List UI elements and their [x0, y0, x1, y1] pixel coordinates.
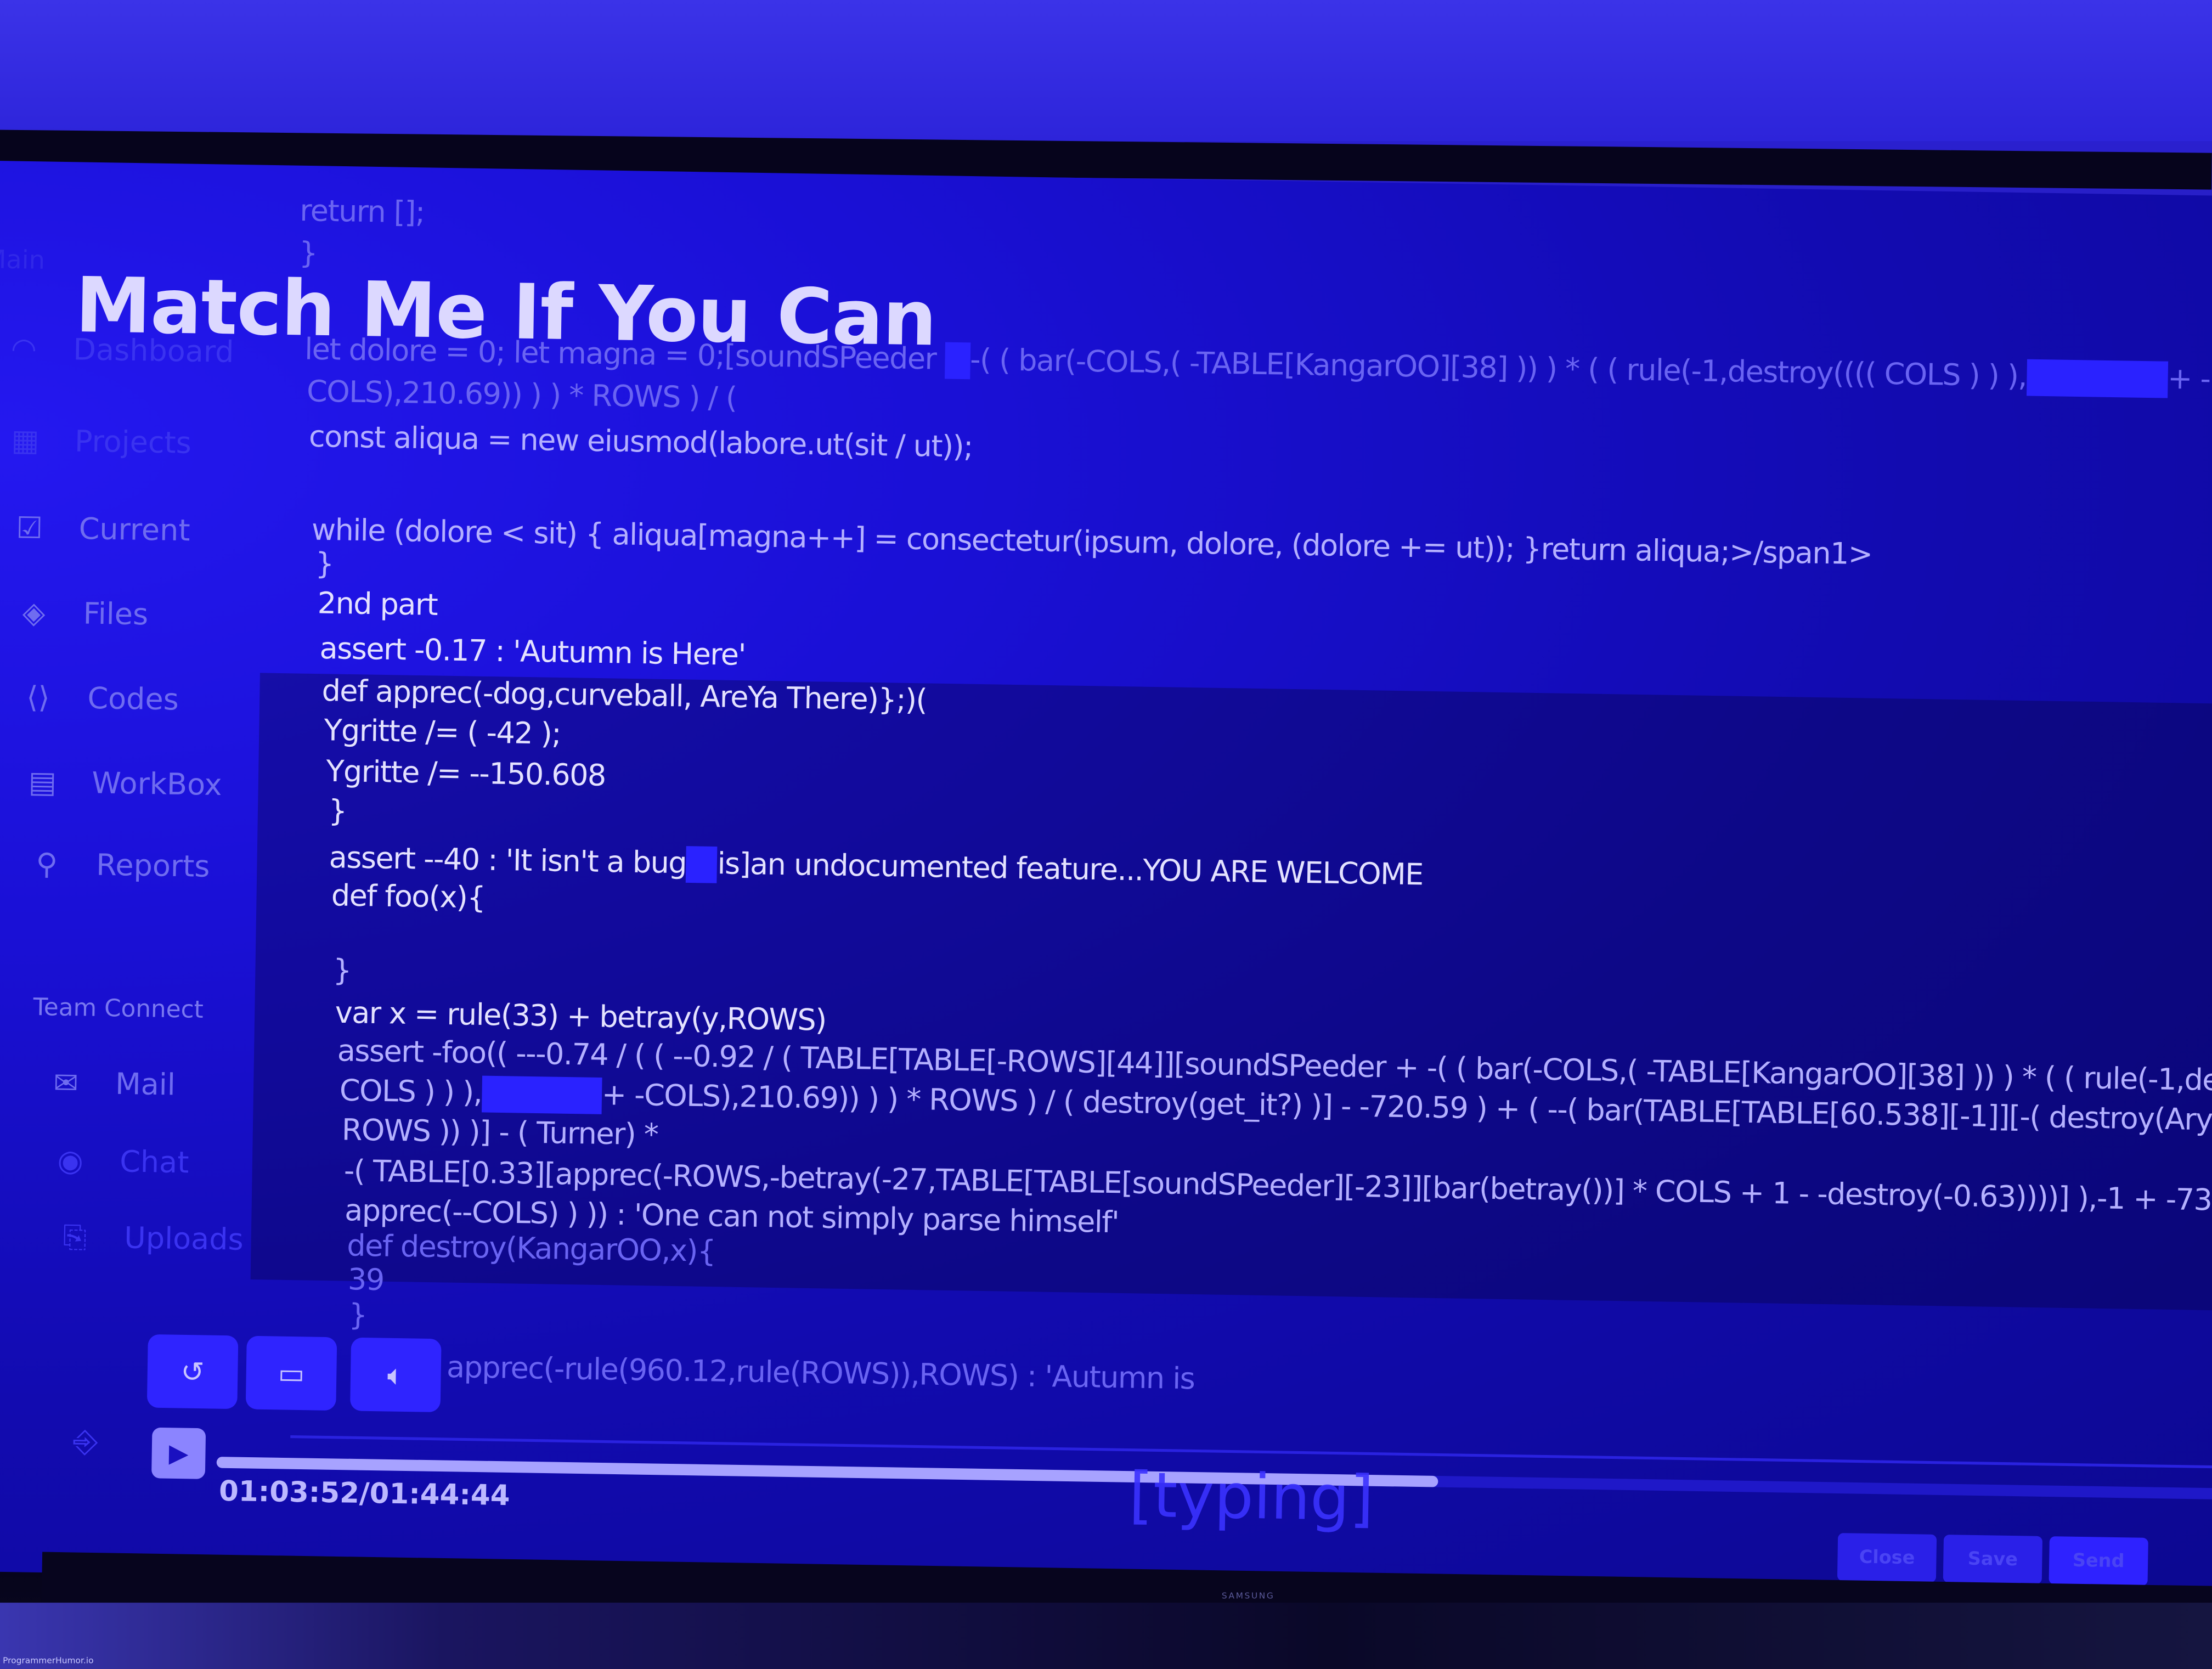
sidebar-item-label: WorkBox [91, 766, 222, 802]
sidebar-item-current[interactable]: ☑ Current [5, 506, 190, 551]
code-text: COLS ) ) ), [339, 1073, 482, 1110]
replay-button[interactable]: ↺ [146, 1334, 239, 1409]
code-text: } [332, 953, 352, 988]
sidebar-item-chat[interactable]: ◉ Chat [46, 1140, 189, 1184]
code-line: Ygritte /= --150.608 [326, 754, 606, 793]
page-title: Match Me If You Can [75, 261, 937, 363]
code-line: def destroy(KangarOO,x){ [347, 1229, 715, 1268]
speaker-icon: 🔈︎ [387, 1357, 405, 1392]
code-text: ROWS )) )] - ( Turner) * [341, 1113, 658, 1152]
tv-screen: Main ◠ Dashboard ▦ Projects ☑ Current ◈ … [0, 161, 2212, 1607]
code-text: 39 [347, 1262, 385, 1298]
sidebar-item-label: Files [83, 596, 149, 632]
code-text: } [315, 546, 334, 581]
code-line: const aliqua = new eiusmod(labore.ut(sit… [309, 420, 973, 464]
code-text: -( ( bar(-COLS,( -TABLE[KangarOO][38] ))… [969, 342, 2027, 393]
selection-highlight [2026, 359, 2168, 399]
sidebar-item-label: Reports [95, 848, 210, 884]
code-line: Ygritte /= ( -42 ); [324, 713, 561, 751]
sidebar-item-reports[interactable]: ⚲ Reports [22, 843, 210, 888]
playback-time: 01:03:52/01:44:44 [218, 1473, 511, 1513]
team-connect-heading: Team Connect [33, 994, 204, 1025]
caption-text: [typing] [1128, 1459, 1375, 1536]
tv-brand-logo: SAMSUNG [1221, 1591, 1275, 1602]
captions-icon: ▭ [278, 1356, 305, 1391]
layout-icon: ▤ [28, 765, 57, 800]
code-text: COLS),210.69)) ) ) * ROWS ) / ( [306, 374, 737, 415]
code-line: } [315, 547, 334, 581]
code-line: 2nd part [317, 587, 437, 622]
sidebar-item-projects[interactable]: ▦ Projects [1, 419, 192, 465]
upload-file-icon: ⎘ [63, 1219, 87, 1254]
code-text: 2nd part [317, 586, 438, 622]
sidebar-main-label: Main [0, 245, 46, 276]
chat-icon: ◉ [57, 1143, 84, 1179]
play-button[interactable]: ▶ [151, 1427, 206, 1479]
selection-highlight [481, 1075, 602, 1115]
gauge-icon: ◠ [10, 331, 37, 366]
check-box-icon: ☑ [16, 511, 43, 545]
sidebar-item-workbox[interactable]: ▤ WorkBox [18, 761, 222, 807]
code-text: assert --40 : 'It isn't a bug [329, 841, 687, 881]
code-line: while (dolore < sit) { aliqua[magna++] =… [312, 513, 1872, 571]
grid-icon: ▦ [11, 423, 40, 458]
code-line: } [348, 1298, 367, 1332]
code-line: apprec(-rule(960.12,rule(ROWS)),ROWS) : … [447, 1350, 1195, 1396]
tv-stand-area [0, 1603, 2212, 1669]
code-text: def destroy(KangarOO,x){ [346, 1228, 716, 1268]
code-text: return []; [299, 194, 425, 230]
save-button[interactable]: Save [1943, 1535, 2043, 1585]
watermark: ProgrammerHumor.io [3, 1656, 94, 1666]
layers-icon: ◈ [22, 595, 46, 630]
code-line: return []; [300, 194, 425, 229]
code-text: def foo(x){ [331, 878, 486, 915]
send-button[interactable]: Send [2049, 1536, 2148, 1586]
play-icon: ▶ [168, 1438, 189, 1469]
sidebar-item-codes[interactable]: ⟨⟩ Codes [14, 676, 179, 721]
code-line: } [332, 954, 351, 988]
code-text: } [328, 793, 347, 828]
code-line: def foo(x){ [331, 878, 485, 915]
wall-background [0, 0, 2212, 142]
selection-highlight [944, 342, 970, 380]
code-text: Ygritte /= ( -42 ); [324, 713, 561, 751]
code-line: COLS),210.69)) ) ) * ROWS ) / ( [307, 375, 737, 415]
code-text: apprec(-rule(960.12,rule(ROWS)),ROWS) : … [446, 1350, 1195, 1396]
sidebar-item-label: Chat [119, 1144, 189, 1180]
photo-of-tv: Main ◠ Dashboard ▦ Projects ☑ Current ◈ … [0, 0, 2212, 1669]
captions-button[interactable]: ▭ [245, 1335, 337, 1411]
sidebar-item-uploads[interactable]: ⎘ Uploads [50, 1216, 244, 1261]
code-line: } [328, 794, 347, 828]
code-text: assert -0.17 : 'Autumn is Here' [319, 631, 746, 672]
sidebar-item-files[interactable]: ◈ Files [9, 591, 148, 636]
sidebar-item-label: Current [78, 512, 191, 548]
code-line: ROWS )) )] - ( Turner) * [341, 1113, 658, 1152]
sidebar-item-label: Codes [87, 681, 179, 717]
sidebar-item-label: Uploads [123, 1221, 244, 1257]
exit-icon[interactable]: ⎆ [73, 1425, 98, 1461]
code-text: while (dolore < sit) { aliqua[magna++] =… [311, 512, 1873, 572]
mail-icon: ✉ [53, 1066, 79, 1101]
code-line: assert -0.17 : 'Autumn is Here' [319, 631, 746, 672]
close-button[interactable]: Close [1837, 1533, 1937, 1583]
volume-button[interactable]: 🔈︎ [349, 1337, 442, 1413]
hierarchy-icon: ⚲ [36, 847, 58, 882]
sidebar-item-label: Mail [115, 1067, 176, 1102]
sidebar-item-mail[interactable]: ✉ Mail [42, 1062, 176, 1106]
selection-highlight [686, 846, 718, 884]
sidebar-item-label: Projects [74, 424, 192, 460]
replay-icon: ↺ [180, 1354, 205, 1389]
code-line: 39 [348, 1262, 385, 1297]
code-file-icon: ⟨⟩ [26, 680, 50, 715]
code-text: } [348, 1298, 367, 1332]
code-text: const aliqua = new eiusmod(labore.ut(sit… [308, 419, 973, 464]
code-text: Ygritte /= --150.608 [326, 754, 606, 793]
code-text: + - [2167, 362, 2210, 396]
